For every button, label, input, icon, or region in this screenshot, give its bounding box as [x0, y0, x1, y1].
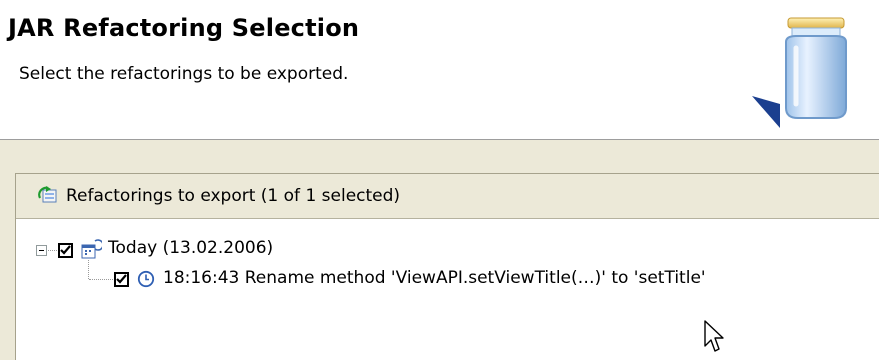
page-description: Select the refactorings to be exported. — [19, 64, 349, 84]
tree-item-checkbox-refactoring[interactable] — [114, 272, 129, 287]
clock-icon — [137, 270, 155, 292]
tree-connector-line — [89, 279, 113, 280]
refactorings-panel: Refactorings to export (1 of 1 selected)… — [15, 173, 879, 360]
panel-header: Refactorings to export (1 of 1 selected) — [16, 174, 879, 219]
wizard-header: JAR Refactoring Selection Select the ref… — [0, 0, 879, 140]
mouse-pointer-icon — [704, 320, 726, 358]
calendar-history-icon — [80, 239, 104, 265]
tree-item-checkbox-today[interactable] — [58, 243, 73, 258]
tree-item-label[interactable]: Today (13.02.2006) — [108, 238, 273, 258]
collapse-toggle[interactable] — [36, 245, 47, 256]
jar-banner-icon — [752, 12, 868, 128]
tree-connector-line — [48, 250, 57, 251]
export-refactoring-icon — [38, 186, 58, 206]
panel-title: Refactorings to export (1 of 1 selected) — [66, 186, 401, 206]
tree-item-label[interactable]: 18:16:43 Rename method 'ViewAPI.setViewT… — [163, 268, 706, 288]
page-title: JAR Refactoring Selection — [8, 14, 360, 42]
refactorings-tree[interactable]: Today (13.02.2006) 18:16:43 Rename metho… — [16, 219, 879, 359]
